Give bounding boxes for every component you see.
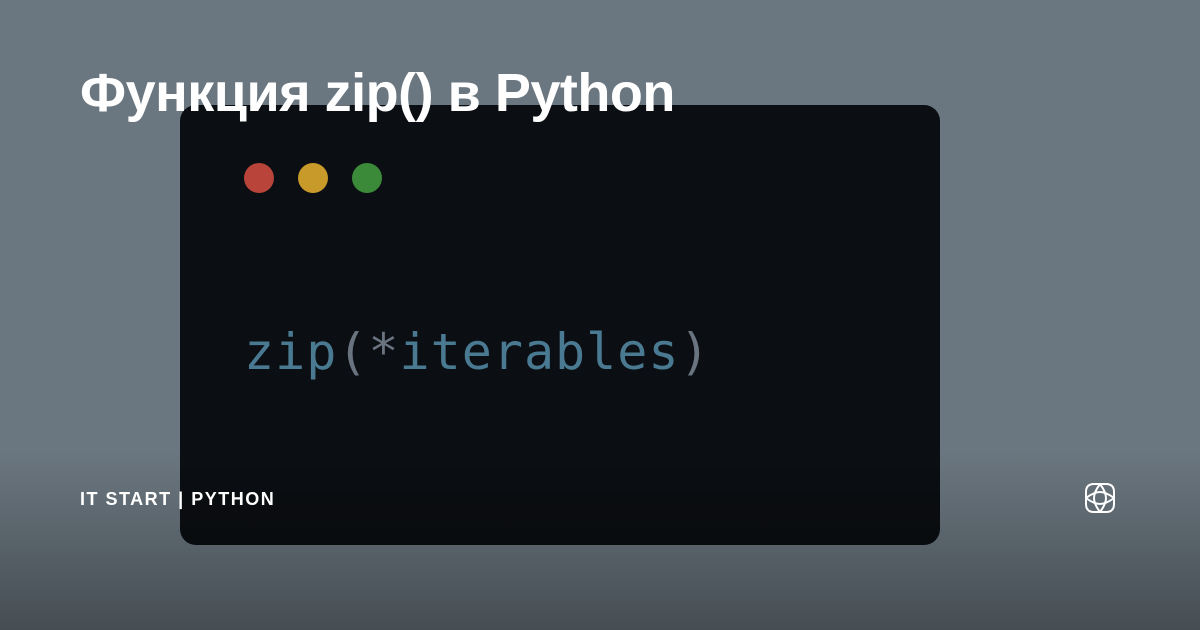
channel-label: IT START | PYTHON [80,489,275,510]
maximize-dot-icon [352,163,382,193]
code-star: * [368,323,399,381]
code-window: zip(*iterables) [180,105,940,545]
code-argument: iterables [400,323,680,381]
page-title: Функция zip() в Python [80,62,675,124]
platform-logo-icon [1080,478,1120,518]
code-function: zip [244,323,337,381]
code-paren-open: ( [337,323,368,381]
window-controls [244,163,890,193]
code-paren-close: ) [679,323,710,381]
minimize-dot-icon [298,163,328,193]
code-line: zip(*iterables) [244,323,890,381]
close-dot-icon [244,163,274,193]
